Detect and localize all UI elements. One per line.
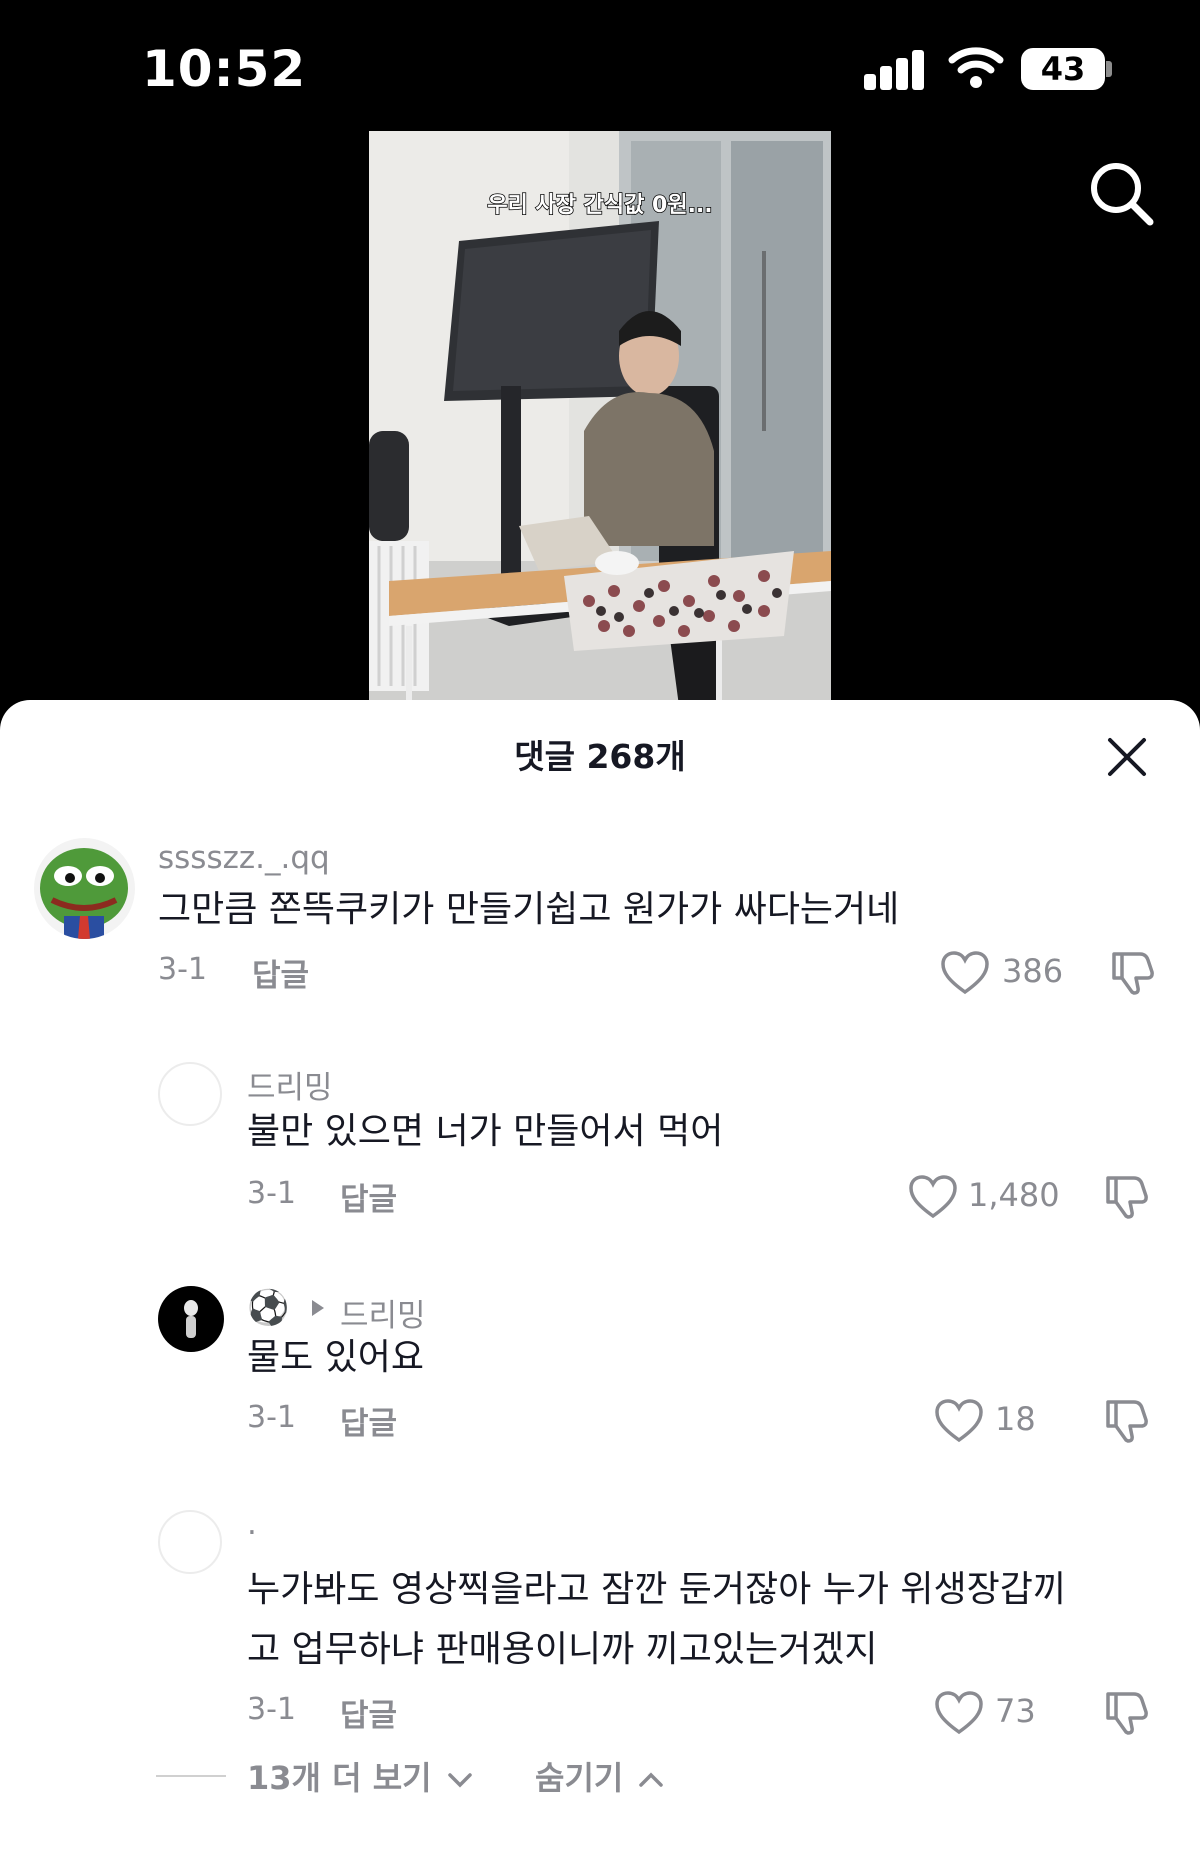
comment-text: 그만큼 쫀뜩쿠키가 만들기쉽고 원가가 싸다는거네 bbox=[158, 889, 900, 930]
thumbs-down-icon[interactable] bbox=[1108, 946, 1158, 996]
avatar[interactable] bbox=[158, 1062, 222, 1126]
thumbs-down-icon[interactable] bbox=[1102, 1170, 1152, 1220]
avatar[interactable] bbox=[158, 1286, 224, 1352]
avatar[interactable] bbox=[34, 838, 135, 939]
heart-icon[interactable] bbox=[908, 1174, 958, 1220]
comment-date: 3-1 bbox=[247, 1692, 296, 1727]
hide-label: 숨기기 bbox=[535, 1759, 624, 1797]
battery-indicator: 43 bbox=[1021, 48, 1105, 90]
comment-username[interactable]: sssszz._.qq bbox=[158, 840, 330, 876]
reply-button[interactable]: 답글 bbox=[252, 950, 309, 995]
heart-icon[interactable] bbox=[934, 1690, 984, 1736]
hide-replies-button[interactable]: 숨기기 bbox=[535, 1753, 664, 1799]
like-count: 1,480 bbox=[968, 1176, 1060, 1214]
frog-avatar-icon bbox=[40, 848, 128, 939]
comments-title: 댓글 268개 bbox=[514, 737, 686, 776]
avatar[interactable] bbox=[158, 1510, 222, 1574]
like-count: 73 bbox=[995, 1692, 1036, 1730]
like-count: 386 bbox=[1002, 952, 1064, 990]
heart-icon[interactable] bbox=[934, 1398, 984, 1444]
search-icon[interactable] bbox=[1086, 158, 1156, 228]
comment-username[interactable]: 드리밍 bbox=[247, 1062, 333, 1107]
status-time: 10:52 bbox=[142, 40, 307, 98]
comment-username[interactable]: ⚽️ bbox=[247, 1288, 289, 1328]
heart-icon[interactable] bbox=[940, 950, 990, 996]
chevron-up-icon bbox=[639, 1772, 664, 1787]
thumbs-down-icon[interactable] bbox=[1102, 1686, 1152, 1736]
figure-avatar-icon bbox=[184, 1300, 198, 1338]
like-count: 18 bbox=[995, 1400, 1036, 1438]
comment-date: 3-1 bbox=[158, 952, 207, 987]
view-more-replies-button[interactable]: 13개 더 보기 bbox=[247, 1753, 473, 1799]
view-more-label: 13개 더 보기 bbox=[247, 1759, 432, 1797]
wifi-icon bbox=[948, 47, 1004, 88]
divider bbox=[156, 1775, 226, 1777]
comment-date: 3-1 bbox=[247, 1176, 296, 1211]
comments-sheet: 댓글 268개 sssszz._.qq 그만큼 쫀뜩쿠키가 만들기쉽고 원가가 … bbox=[0, 700, 1200, 1850]
reply-button[interactable]: 답글 bbox=[340, 1174, 397, 1219]
video-caption: 우리 사장 간식값 0원... bbox=[487, 192, 714, 219]
comment-text-line: 고 업무하냐 판매용이니까 끼고있는거겠지 bbox=[247, 1629, 878, 1670]
thumbs-down-icon[interactable] bbox=[1102, 1394, 1152, 1444]
caret-right-icon bbox=[312, 1300, 324, 1316]
replies-controls: 13개 더 보기 숨기기 bbox=[0, 1745, 1200, 1805]
comment-text-line: 누가봐도 영상찍을라고 잠깐 둔거잖아 누가 위생장갑끼 bbox=[247, 1569, 1066, 1610]
reply-button[interactable]: 답글 bbox=[340, 1690, 397, 1735]
video-player[interactable]: 우리 사장 간식값 0원... bbox=[369, 131, 831, 706]
chevron-down-icon bbox=[447, 1773, 472, 1788]
battery-tip bbox=[1106, 61, 1112, 77]
cellular-signal-icon bbox=[864, 50, 926, 90]
reply-button[interactable]: 답글 bbox=[340, 1398, 397, 1443]
close-icon[interactable] bbox=[1104, 734, 1150, 780]
comment-text: 불만 있으면 너가 만들어서 먹어 bbox=[247, 1111, 724, 1152]
comment-date: 3-1 bbox=[247, 1400, 296, 1435]
comment-username[interactable]: . bbox=[247, 1506, 257, 1542]
status-bar: 10:52 43 bbox=[0, 0, 1200, 130]
comment-text: 물도 있어요 bbox=[247, 1337, 425, 1378]
